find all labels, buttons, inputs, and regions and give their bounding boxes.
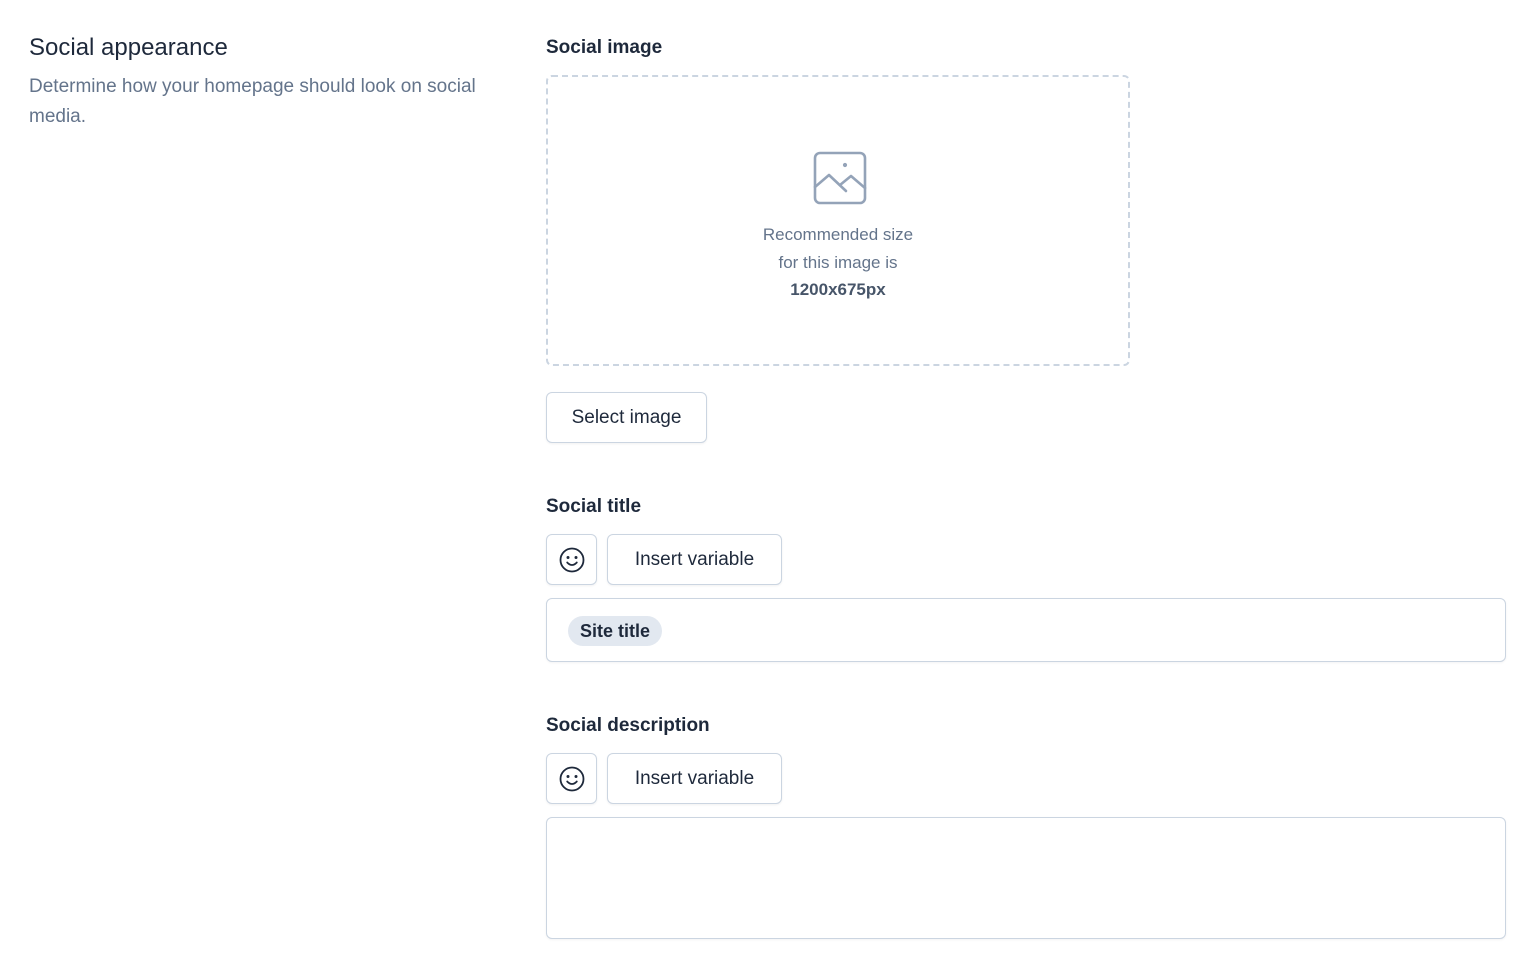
social-title-emoji-button[interactable] — [546, 534, 597, 585]
select-image-button[interactable]: Select image — [546, 392, 707, 443]
social-description-input[interactable] — [546, 817, 1506, 939]
social-description-insert-variable-button[interactable]: Insert variable — [607, 753, 782, 804]
image-hint-line2: for this image is — [778, 252, 898, 272]
social-image-label: Social image — [546, 37, 663, 58]
section-intro: Social appearance Determine how your hom… — [29, 30, 479, 132]
social-title-label: Social title — [546, 496, 642, 517]
social-appearance-settings: Social appearance Determine how your hom… — [0, 0, 1536, 960]
social-description-label: Social description — [546, 715, 710, 736]
social-title-input[interactable]: Site title — [546, 598, 1506, 662]
section-title: Social appearance — [29, 34, 228, 61]
image-hint-size: 1200x675px — [790, 280, 886, 299]
social-description-emoji-button[interactable] — [546, 753, 597, 804]
smiley-icon — [559, 547, 584, 572]
smiley-icon — [559, 766, 584, 791]
image-size-hint: Recommended size for this image is 1200x… — [548, 221, 1128, 304]
image-hint-line1: Recommended size — [762, 225, 914, 244]
section-description: Determine how your homepage should look … — [29, 76, 476, 127]
social-image-dropzone[interactable]: Recommended size for this image is 1200x… — [546, 75, 1130, 366]
social-title-insert-variable-button[interactable]: Insert variable — [607, 534, 782, 585]
site-title-variable-tag[interactable]: Site title — [568, 616, 663, 646]
image-placeholder-icon — [813, 151, 867, 205]
